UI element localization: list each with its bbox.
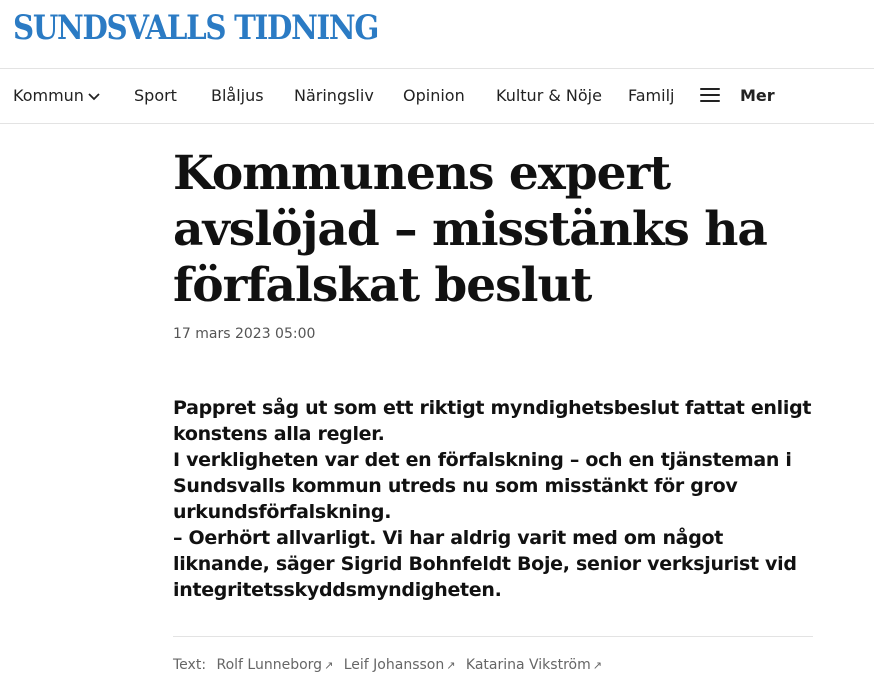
author-link[interactable]: Katarina Vikström ↗ [466, 657, 602, 673]
article-lead: Pappret såg ut som ett riktigt myndighet… [173, 395, 813, 603]
nav-item-naringsliv[interactable]: Näringsliv [294, 69, 374, 123]
more-label: Mer [740, 86, 775, 105]
external-arrow-icon: ↗ [592, 659, 602, 672]
nav-item-label: Opinion [403, 86, 465, 105]
nav-item-label: Sport [134, 86, 177, 105]
article-headline: Kommunens expert avslöjad – misstänks ha… [173, 146, 768, 313]
nav-item-blaljus[interactable]: Blåljus [211, 69, 264, 123]
nav-item-opinion[interactable]: Opinion [403, 69, 465, 123]
external-arrow-icon: ↗ [324, 659, 334, 672]
byline: Text: Rolf Lunneborg ↗ Leif Johansson ↗ Ka… [173, 657, 602, 673]
more-menu-button[interactable]: Mer [700, 69, 775, 123]
chevron-down-icon [88, 92, 100, 100]
byline-label: Text: [173, 657, 207, 673]
nav-item-label: Kultur & Nöje [496, 86, 602, 105]
nav-list: Kommun Sport Blåljus Näringsliv Opinion … [0, 69, 680, 123]
nav-item-label: Familj [628, 86, 675, 105]
nav-item-sport[interactable]: Sport [134, 69, 177, 123]
nav-item-label: Kommun [13, 86, 84, 105]
nav-item-familj[interactable]: Familj [628, 69, 674, 123]
nav-item-label: Näringsliv [294, 86, 374, 105]
lead-paragraph: Pappret såg ut som ett riktigt myndighet… [173, 397, 812, 445]
nav-item-kultur-noje[interactable]: Kultur & Nöje [496, 69, 602, 123]
byline-divider [173, 636, 813, 637]
author-link[interactable]: Rolf Lunneborg ↗ [216, 657, 333, 673]
masthead-logo[interactable]: SUNDSVALLS TIDNING [13, 10, 437, 50]
external-arrow-icon: ↗ [446, 659, 456, 672]
lead-paragraph: – Oerhört allvarligt. Vi har aldrig vari… [173, 527, 797, 601]
hamburger-menu-icon [700, 88, 720, 102]
main-navigation: Kommun Sport Blåljus Näringsliv Opinion … [0, 68, 874, 124]
logo-text: SUNDSVALLS TIDNING [13, 8, 379, 48]
publish-date: 17 mars 2023 05:00 [173, 326, 316, 342]
author-name: Leif Johansson [343, 657, 445, 673]
author-name: Rolf Lunneborg [216, 657, 323, 673]
lead-paragraph: I verkligheten var det en förfalskning –… [173, 449, 792, 523]
nav-item-kommun[interactable]: Kommun [13, 69, 101, 123]
author-name: Katarina Vikström [465, 657, 591, 673]
nav-item-label: Blåljus [211, 86, 264, 105]
author-link[interactable]: Leif Johansson ↗ [344, 657, 456, 673]
